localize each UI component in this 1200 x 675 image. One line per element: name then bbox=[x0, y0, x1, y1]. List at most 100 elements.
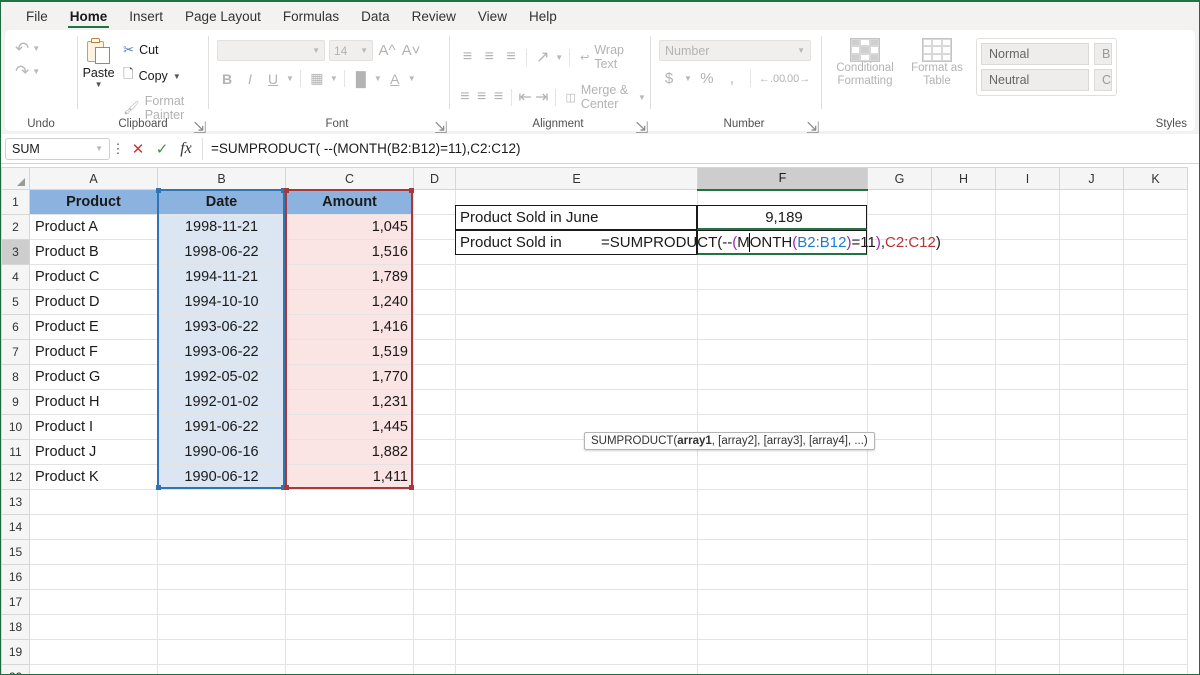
cell-c20[interactable] bbox=[286, 665, 414, 675]
cell-a2[interactable]: Product A bbox=[30, 215, 158, 240]
cell-c19[interactable] bbox=[286, 640, 414, 665]
cell-j17[interactable] bbox=[1060, 590, 1124, 615]
cell-b10[interactable]: 1991-06-22 bbox=[158, 415, 286, 440]
insert-function-icon[interactable]: fx bbox=[174, 140, 198, 158]
cell-d2[interactable] bbox=[414, 215, 456, 240]
cell-i18[interactable] bbox=[996, 615, 1060, 640]
cell-f15[interactable] bbox=[698, 540, 868, 565]
cell-h9[interactable] bbox=[932, 390, 996, 415]
cell-d15[interactable] bbox=[414, 540, 456, 565]
cell-b15[interactable] bbox=[158, 540, 286, 565]
row-header-15[interactable]: 15 bbox=[2, 540, 30, 565]
cell-b11[interactable]: 1990-06-16 bbox=[158, 440, 286, 465]
cell-e17[interactable] bbox=[456, 590, 698, 615]
cell-e19[interactable] bbox=[456, 640, 698, 665]
cell-e14[interactable] bbox=[456, 515, 698, 540]
cell-k11[interactable] bbox=[1124, 440, 1188, 465]
cell-d19[interactable] bbox=[414, 640, 456, 665]
cell-h5[interactable] bbox=[932, 290, 996, 315]
cell-a9[interactable]: Product H bbox=[30, 390, 158, 415]
cell-d11[interactable] bbox=[414, 440, 456, 465]
cell-c10[interactable]: 1,445 bbox=[286, 415, 414, 440]
cell-i12[interactable] bbox=[996, 465, 1060, 490]
cell-h16[interactable] bbox=[932, 565, 996, 590]
cell-j20[interactable] bbox=[1060, 665, 1124, 675]
tab-insert[interactable]: Insert bbox=[118, 6, 174, 29]
cell-f8[interactable] bbox=[698, 365, 868, 390]
redo-button[interactable]: ↷ ▼ bbox=[5, 57, 77, 80]
cell-h6[interactable] bbox=[932, 315, 996, 340]
column-header-a[interactable]: A bbox=[30, 168, 158, 190]
cell-a12[interactable]: Product K bbox=[30, 465, 158, 490]
cell-b7[interactable]: 1993-06-22 bbox=[158, 340, 286, 365]
cell-k20[interactable] bbox=[1124, 665, 1188, 675]
chevron-down-icon[interactable]: ▼ bbox=[95, 144, 103, 153]
cell-d5[interactable] bbox=[414, 290, 456, 315]
cell-a7[interactable]: Product F bbox=[30, 340, 158, 365]
cell-k7[interactable] bbox=[1124, 340, 1188, 365]
cell-j15[interactable] bbox=[1060, 540, 1124, 565]
cell-b12[interactable]: 1990-06-12 bbox=[158, 465, 286, 490]
chevron-down-icon[interactable]: ▼ bbox=[173, 72, 181, 81]
cell-g9[interactable] bbox=[868, 390, 932, 415]
cell-k1[interactable] bbox=[1124, 190, 1188, 215]
cell-d8[interactable] bbox=[414, 365, 456, 390]
cell-d14[interactable] bbox=[414, 515, 456, 540]
tab-help[interactable]: Help bbox=[518, 6, 568, 29]
cell-b19[interactable] bbox=[158, 640, 286, 665]
cell-d16[interactable] bbox=[414, 565, 456, 590]
cell-f6[interactable] bbox=[698, 315, 868, 340]
row-header-16[interactable]: 16 bbox=[2, 565, 30, 590]
cell-k9[interactable] bbox=[1124, 390, 1188, 415]
cell-a1[interactable]: Product bbox=[30, 190, 158, 215]
cell-k16[interactable] bbox=[1124, 565, 1188, 590]
cell-h19[interactable] bbox=[932, 640, 996, 665]
cell-f12[interactable] bbox=[698, 465, 868, 490]
cell-b2[interactable]: 1998-11-21 bbox=[158, 215, 286, 240]
cell-g13[interactable] bbox=[868, 490, 932, 515]
cell-e20[interactable] bbox=[456, 665, 698, 675]
cell-c16[interactable] bbox=[286, 565, 414, 590]
cell-d13[interactable] bbox=[414, 490, 456, 515]
cell-h18[interactable] bbox=[932, 615, 996, 640]
column-header-d[interactable]: D bbox=[414, 168, 456, 190]
cell-g18[interactable] bbox=[868, 615, 932, 640]
cell-e4[interactable] bbox=[456, 265, 698, 290]
row-header-17[interactable]: 17 bbox=[2, 590, 30, 615]
cell-g7[interactable] bbox=[868, 340, 932, 365]
cell-e2[interactable]: Product Sold in June bbox=[455, 205, 697, 230]
select-all-corner[interactable] bbox=[2, 168, 30, 190]
cell-h13[interactable] bbox=[932, 490, 996, 515]
cell-k15[interactable] bbox=[1124, 540, 1188, 565]
cell-a16[interactable] bbox=[30, 565, 158, 590]
tab-view[interactable]: View bbox=[467, 6, 518, 29]
cell-b20[interactable] bbox=[158, 665, 286, 675]
cell-i20[interactable] bbox=[996, 665, 1060, 675]
cell-i8[interactable] bbox=[996, 365, 1060, 390]
cell-f20[interactable] bbox=[698, 665, 868, 675]
tab-page-layout[interactable]: Page Layout bbox=[174, 6, 272, 29]
cell-j10[interactable] bbox=[1060, 415, 1124, 440]
cell-k13[interactable] bbox=[1124, 490, 1188, 515]
cell-k8[interactable] bbox=[1124, 365, 1188, 390]
cell-j4[interactable] bbox=[1060, 265, 1124, 290]
cell-g8[interactable] bbox=[868, 365, 932, 390]
undo-button[interactable]: ↶ ▼ bbox=[5, 34, 77, 57]
cell-i10[interactable] bbox=[996, 415, 1060, 440]
clipboard-dialog-launcher[interactable]: ⇲ bbox=[193, 118, 204, 129]
cell-d10[interactable] bbox=[414, 415, 456, 440]
cell-i13[interactable] bbox=[996, 490, 1060, 515]
name-box[interactable]: SUM ▼ bbox=[5, 138, 110, 160]
cell-a20[interactable] bbox=[30, 665, 158, 675]
column-header-j[interactable]: J bbox=[1060, 168, 1124, 190]
cell-h8[interactable] bbox=[932, 365, 996, 390]
cell-j1[interactable] bbox=[1060, 190, 1124, 215]
cell-e13[interactable] bbox=[456, 490, 698, 515]
cell-b18[interactable] bbox=[158, 615, 286, 640]
cell-d12[interactable] bbox=[414, 465, 456, 490]
row-header-8[interactable]: 8 bbox=[2, 365, 30, 390]
cell-a4[interactable]: Product C bbox=[30, 265, 158, 290]
cell-c17[interactable] bbox=[286, 590, 414, 615]
cell-a14[interactable] bbox=[30, 515, 158, 540]
cell-j19[interactable] bbox=[1060, 640, 1124, 665]
